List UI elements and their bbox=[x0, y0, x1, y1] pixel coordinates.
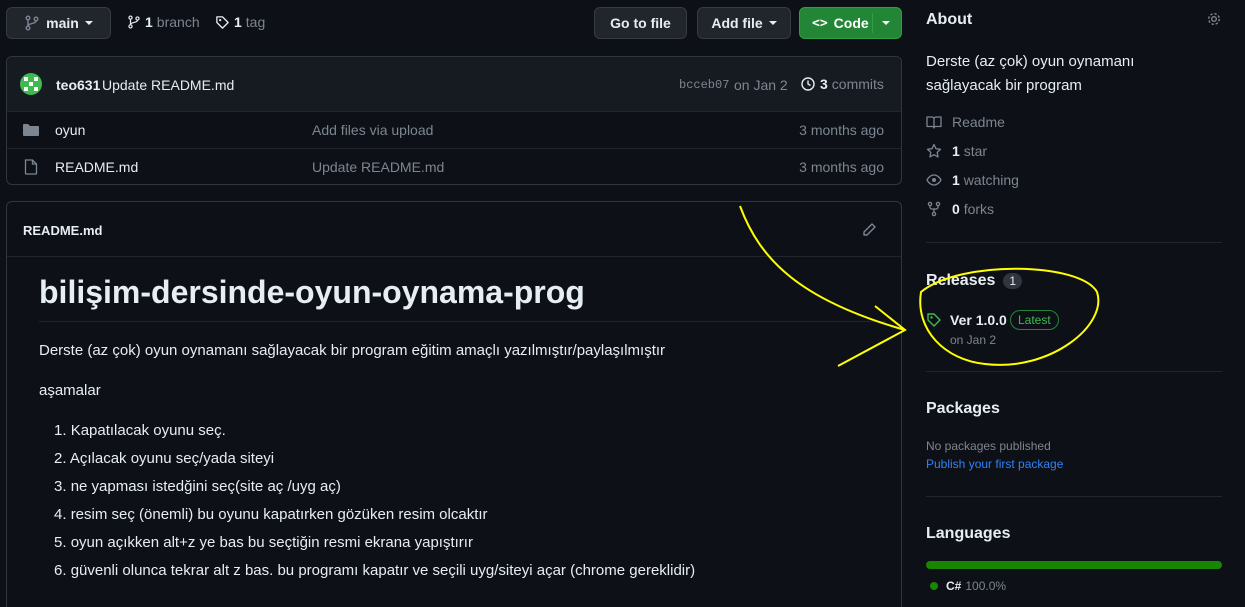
chevron-down-icon bbox=[882, 21, 890, 25]
eye-icon bbox=[926, 172, 942, 188]
releases-heading: Releases bbox=[926, 272, 996, 289]
gear-icon[interactable] bbox=[1206, 11, 1222, 27]
readme-link-label: Readme bbox=[952, 114, 1005, 130]
file-commit-message[interactable]: Add files via upload bbox=[312, 122, 433, 138]
releases-heading-link[interactable]: Releases 1 bbox=[926, 272, 1023, 290]
add-file-button[interactable]: Add file bbox=[697, 7, 791, 39]
watching-label: watching bbox=[963, 172, 1019, 188]
fork-icon bbox=[926, 201, 942, 217]
code-icon: <> bbox=[812, 15, 828, 31]
file-table: teo631 Update README.md bcceb07 on Jan 2… bbox=[6, 56, 902, 185]
readme-link[interactable]: Readme bbox=[926, 114, 1005, 130]
list-item: 4. resim seç (önemli) bu oyunu kapatırke… bbox=[54, 506, 488, 523]
chevron-down-icon bbox=[768, 21, 777, 25]
release-date: on Jan 2 bbox=[950, 333, 997, 347]
release-version[interactable]: Ver 1.0.0 bbox=[950, 312, 1007, 328]
avatar[interactable] bbox=[20, 73, 42, 95]
readme-header[interactable]: README.md bbox=[23, 223, 102, 238]
commit-hash[interactable]: bcceb07 bbox=[679, 78, 729, 92]
folder-icon bbox=[23, 123, 39, 137]
tag-icon bbox=[215, 15, 230, 30]
about-heading: About bbox=[926, 11, 973, 28]
go-to-file-button[interactable]: Go to file bbox=[594, 7, 687, 39]
file-row[interactable]: README.md Update README.md 3 months ago bbox=[7, 148, 901, 185]
publish-package-link[interactable]: Publish your first package bbox=[926, 457, 1063, 471]
branch-count: 1 bbox=[145, 14, 153, 30]
branch-name: main bbox=[46, 15, 79, 31]
language-percent: 100.0% bbox=[965, 579, 1007, 593]
star-icon bbox=[926, 143, 942, 159]
readme-intro: Derste (az çok) oyun oynamanı sağlayacak… bbox=[39, 342, 666, 359]
latest-badge: Latest bbox=[1010, 310, 1059, 330]
readme-title: bilişim-dersinde-oyun-oynama-prog bbox=[39, 274, 585, 310]
forks-label: forks bbox=[963, 201, 995, 217]
language-dot bbox=[930, 582, 938, 590]
list-item: 6. güvenli olunca tekrar alt z bas. bu p… bbox=[54, 562, 696, 579]
readme-stages-label: aşamalar bbox=[39, 382, 101, 399]
code-button[interactable]: <> Code bbox=[799, 7, 902, 39]
file-commit-message[interactable]: Update README.md bbox=[312, 159, 444, 175]
code-label: Code bbox=[833, 15, 869, 31]
releases-count-badge: 1 bbox=[1003, 273, 1023, 289]
commit-message[interactable]: Update README.md bbox=[102, 77, 234, 93]
list-item: 2. Açılacak oyunu seç/yada siteyi bbox=[54, 450, 275, 467]
branch-icon bbox=[127, 15, 141, 29]
tag-icon bbox=[926, 312, 942, 328]
branch-icon bbox=[24, 15, 40, 31]
packages-heading[interactable]: Packages bbox=[926, 400, 1000, 418]
list-item: 5. oyun açıkken alt+z ye bas bu seçtiğin… bbox=[54, 534, 473, 551]
commits-link[interactable]: 3 commits bbox=[800, 76, 884, 92]
stars-link[interactable]: 1 star bbox=[926, 143, 987, 159]
list-item: 1. Kapatılacak oyunu seç. bbox=[54, 422, 226, 439]
list-item: 3. ne yapması istedğini seç(site aç /uyg… bbox=[54, 478, 341, 495]
latest-commit-bar: teo631 Update README.md bcceb07 on Jan 2… bbox=[7, 57, 901, 111]
pencil-icon[interactable] bbox=[861, 222, 877, 238]
file-icon bbox=[24, 159, 38, 175]
watching-link[interactable]: 1 watching bbox=[926, 172, 1019, 188]
language-bar-fill bbox=[926, 561, 1222, 569]
file-age: 3 months ago bbox=[799, 159, 884, 175]
no-packages-text: No packages published bbox=[926, 439, 1051, 453]
forks-count: 0 bbox=[952, 201, 960, 217]
stars-count: 1 bbox=[952, 143, 960, 159]
tag-label: tag bbox=[245, 14, 266, 30]
add-file-label: Add file bbox=[711, 15, 763, 31]
forks-link[interactable]: 0 forks bbox=[926, 201, 994, 217]
branch-select-button[interactable]: main bbox=[6, 7, 111, 39]
file-age: 3 months ago bbox=[799, 122, 884, 138]
file-row[interactable]: oyun Add files via upload 3 months ago bbox=[7, 111, 901, 148]
tags-link[interactable]: 1 tag bbox=[215, 14, 265, 30]
tag-count: 1 bbox=[234, 14, 242, 30]
watching-count: 1 bbox=[952, 172, 960, 188]
file-name[interactable]: oyun bbox=[55, 122, 85, 138]
chevron-down-icon bbox=[84, 21, 93, 25]
commit-count: 3 bbox=[820, 76, 828, 92]
commit-date: on Jan 2 bbox=[734, 77, 788, 93]
branches-link[interactable]: 1 branch bbox=[127, 14, 200, 30]
file-name[interactable]: README.md bbox=[55, 159, 138, 175]
book-icon bbox=[926, 114, 942, 130]
language-name: C# bbox=[946, 579, 962, 593]
languages-heading: Languages bbox=[926, 525, 1011, 542]
language-item[interactable]: C# 100.0% bbox=[930, 579, 1006, 593]
about-description: Derste (az çok) oyun oynamanı sağlayacak… bbox=[926, 53, 1135, 94]
commit-count-label: commits bbox=[831, 76, 884, 92]
commit-author[interactable]: teo631 bbox=[56, 77, 100, 93]
history-icon bbox=[800, 76, 816, 92]
branch-label: branch bbox=[156, 14, 200, 30]
language-bar bbox=[926, 561, 1222, 569]
stars-label: star bbox=[963, 143, 988, 159]
